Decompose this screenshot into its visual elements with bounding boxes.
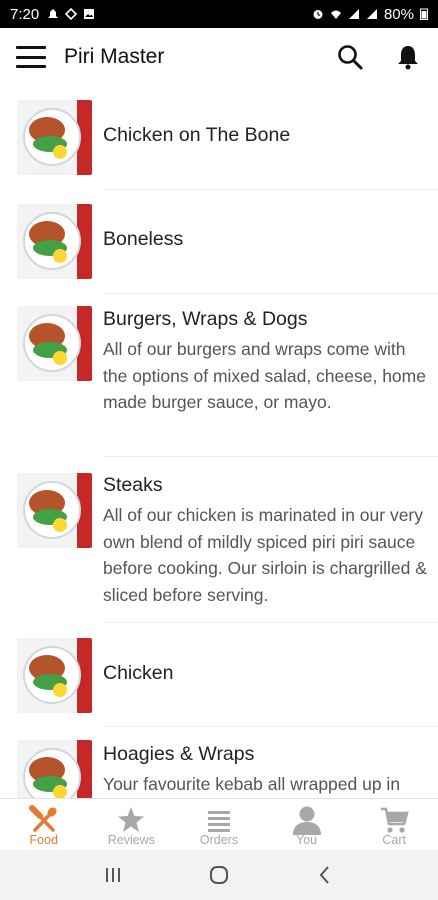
tab-label: Cart — [382, 833, 406, 847]
tab-label: Reviews — [107, 833, 156, 847]
list-item[interactable]: Hoagies & Wraps Your favourite kebab all… — [0, 727, 438, 798]
tab-label: You — [296, 833, 318, 847]
list-item[interactable]: Boneless — [0, 190, 438, 294]
battery-icon — [420, 8, 428, 20]
food-thumbnail — [17, 306, 92, 381]
menu-list: Chicken on The Bone Boneless Burgers, Wr… — [0, 86, 438, 798]
list-item[interactable]: Steaks All of our chicken is marinated i… — [0, 457, 438, 623]
item-description: All of our chicken is marinated in our v… — [103, 505, 427, 605]
back-icon[interactable] — [313, 863, 337, 887]
alarm-icon — [312, 8, 324, 20]
search-icon[interactable] — [336, 43, 364, 71]
bottom-navigation: Food Reviews Orders You Cart — [0, 798, 438, 850]
tab-label: Orders — [199, 833, 239, 847]
item-description: All of our burgers and wraps come with t… — [103, 339, 426, 412]
list-item[interactable]: Burgers, Wraps & Dogs All of our burgers… — [0, 294, 438, 457]
cart-icon — [379, 805, 409, 835]
menu-button[interactable] — [16, 46, 46, 68]
food-thumbnail — [17, 638, 92, 713]
fork-knife-icon — [28, 805, 59, 835]
food-thumbnail — [17, 740, 92, 798]
food-thumbnail — [17, 473, 92, 548]
item-title: Chicken — [103, 662, 174, 684]
link-icon — [65, 8, 78, 20]
item-title: Boneless — [103, 228, 184, 250]
battery-level: 80% — [383, 5, 414, 23]
bell-icon[interactable] — [394, 43, 422, 71]
list-item[interactable]: Chicken on The Bone — [0, 86, 438, 190]
item-title: Hoagies & Wraps — [103, 743, 255, 765]
signal-icon — [366, 8, 378, 20]
food-thumbnail — [17, 204, 92, 279]
app-bar: Piri Master — [0, 28, 438, 86]
status-time: 7:20 — [10, 5, 40, 23]
tab-cart[interactable]: Cart — [350, 799, 438, 850]
item-title: Chicken on The Bone — [103, 124, 291, 146]
wifi-icon — [330, 8, 342, 20]
status-bar: 7:20 80% — [0, 0, 438, 28]
person-icon — [292, 805, 322, 835]
image-icon — [83, 8, 95, 20]
app-title: Piri Master — [64, 45, 165, 68]
item-title: Burgers, Wraps & Dogs — [103, 308, 308, 330]
signal-icon — [348, 8, 360, 20]
tab-reviews[interactable]: Reviews — [88, 799, 176, 850]
food-thumbnail — [17, 100, 92, 175]
list-icon — [204, 805, 234, 835]
item-description: Your favourite kebab all wrapped up in — [103, 774, 401, 794]
tab-label: Food — [29, 833, 59, 847]
notification-icon — [47, 8, 59, 20]
tab-orders[interactable]: Orders — [175, 799, 263, 850]
home-icon[interactable] — [207, 863, 231, 887]
item-title: Steaks — [103, 474, 163, 496]
tab-food[interactable]: Food — [0, 799, 88, 850]
star-icon — [116, 805, 146, 835]
tab-you[interactable]: You — [263, 799, 351, 850]
system-navigation-bar — [0, 850, 438, 900]
recent-apps-icon[interactable] — [101, 863, 125, 887]
list-item[interactable]: Chicken — [0, 623, 438, 727]
